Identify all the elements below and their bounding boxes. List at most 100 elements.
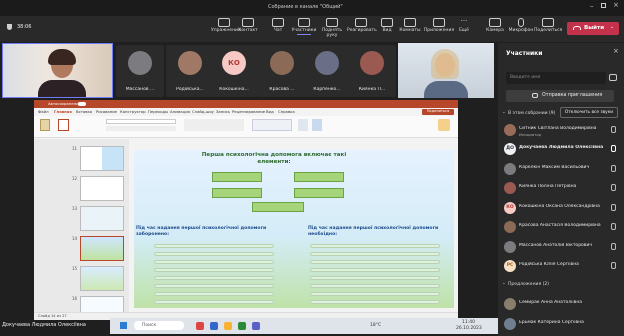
slide-thumbnail[interactable] xyxy=(80,146,124,171)
list-item xyxy=(154,268,274,272)
rooms-icon xyxy=(404,18,416,27)
slide-thumbnail-active[interactable] xyxy=(80,236,124,261)
windows-icon[interactable] xyxy=(120,322,127,329)
slide-canvas: Перша психологічна допомога включає такі… xyxy=(134,150,454,308)
participant-row[interactable]: Массанов Анатолій Вікторович xyxy=(502,238,622,256)
font-controls[interactable] xyxy=(106,119,176,124)
toolbar-participants[interactable]: Участники xyxy=(290,18,318,35)
participant-row[interactable]: Красова Анастасія Володимирівна xyxy=(502,218,622,236)
close-icon[interactable]: × xyxy=(613,1,619,9)
toolbar-label: Чат xyxy=(273,28,283,33)
paragraph-controls[interactable] xyxy=(184,119,244,131)
ribbon-tab[interactable]: Справка xyxy=(278,109,295,114)
ribbon-tab[interactable]: Вид xyxy=(266,109,274,114)
leave-button[interactable]: Выйти ⌄ xyxy=(567,22,619,35)
toolbar-view[interactable]: Вид xyxy=(376,18,398,33)
slide-thumbnail[interactable] xyxy=(80,176,124,201)
invite-button[interactable]: Отправка приглашения xyxy=(506,90,614,102)
toolbar-label: Поделиться xyxy=(534,28,563,33)
app-icon[interactable] xyxy=(252,322,260,330)
app-icon[interactable] xyxy=(224,322,232,330)
toolbar-rooms[interactable]: Комнаты xyxy=(397,18,423,33)
ribbon-tab[interactable]: Вставка xyxy=(76,109,92,114)
tile-name: Красова ... xyxy=(269,87,295,92)
toolbar-exercises[interactable]: Упражнения xyxy=(211,18,241,33)
ribbon-tab[interactable]: Слайд-шоу xyxy=(192,109,214,114)
toolbar-camera[interactable]: Камера xyxy=(482,18,508,33)
app-icon[interactable] xyxy=(238,322,246,330)
video-tile[interactable]: Массанов ... xyxy=(116,45,164,97)
arrange-icon[interactable] xyxy=(298,119,308,131)
element-box xyxy=(252,202,304,212)
avatar xyxy=(360,51,384,75)
share-button[interactable]: Поделиться xyxy=(422,109,454,115)
suggested-row[interactable]: Ерьмак Катерина Сергіївна xyxy=(502,315,622,333)
ribbon-tab[interactable]: Главная xyxy=(54,109,72,114)
participant-name: Кокошкіна Оксана Олександрівна xyxy=(519,204,600,209)
tile-name: Кокошкіна... xyxy=(219,87,249,92)
list-item xyxy=(310,244,440,248)
participant-row[interactable]: КО Кокошкіна Оксана Олександрівна xyxy=(502,199,622,217)
paste-icon[interactable] xyxy=(40,119,50,131)
video-tile[interactable]: Красова ... xyxy=(258,45,306,97)
toolbar-react[interactable]: Реагировать xyxy=(347,18,377,33)
toolbar-contact[interactable]: Контакт xyxy=(235,18,261,33)
windows-taskbar: Поиск 18°C 11:40 26.10.2023 xyxy=(110,318,498,334)
participant-row[interactable]: Ситник Світлана Володимирівна Инициатор xyxy=(502,121,622,139)
window-title: Собрание в канале "Общий" xyxy=(268,4,343,10)
participant-name: Семирак Анна Анатоліївна xyxy=(519,300,583,305)
search-input[interactable]: Введите имя xyxy=(506,72,606,84)
add-people-icon[interactable] xyxy=(609,74,617,81)
smile-icon xyxy=(355,18,367,27)
toolbar-raise-hand[interactable]: Поднять руку xyxy=(318,18,346,38)
participant-row[interactable]: ДО Докучаева Людмила Олексіївна xyxy=(502,140,622,158)
toolbar-apps[interactable]: Приложения xyxy=(423,18,455,33)
new-slide-icon[interactable] xyxy=(58,119,69,131)
panel-close-icon[interactable]: × xyxy=(613,47,619,55)
toolbar-more[interactable]: ··· Ещё xyxy=(454,18,474,34)
taskbar-search[interactable]: Поиск xyxy=(134,321,184,330)
ribbon-tab[interactable]: Конструктор xyxy=(120,109,146,114)
avatar: РС xyxy=(504,260,516,272)
ribbon-tab[interactable]: Рисование xyxy=(96,109,117,114)
suggested-row[interactable]: Семирак Анна Анатоліївна xyxy=(502,295,622,313)
participant-row[interactable]: РС Родійська Юлія Сергіївна xyxy=(502,257,622,275)
microphone-icon xyxy=(611,145,616,152)
slide-thumbnail[interactable] xyxy=(80,266,124,291)
ribbon-tab[interactable]: Файл xyxy=(38,109,49,114)
video-tile[interactable]: Киянка П... xyxy=(348,45,396,97)
avatar xyxy=(504,298,516,310)
toolbar-microphone[interactable]: Микрофон xyxy=(507,18,535,33)
title-bar: Собрание в канале "Общий" – × xyxy=(0,0,624,16)
element-box xyxy=(212,172,262,182)
video-tile[interactable]: Карпенко... xyxy=(303,45,351,97)
shapes-gallery[interactable] xyxy=(252,119,292,131)
app-icon[interactable] xyxy=(210,322,218,330)
video-tile[interactable]: Родійська... xyxy=(166,45,214,97)
slide-thumbnail[interactable] xyxy=(80,206,124,231)
ribbon-tab[interactable]: Анимация xyxy=(170,109,190,114)
ribbon-tab[interactable]: Рецензирование xyxy=(232,109,265,114)
mute-all-button[interactable]: Отключить все звуки xyxy=(560,107,618,118)
chevron-down-icon[interactable]: ⌄ xyxy=(610,24,614,30)
ribbon-tab[interactable]: Запись xyxy=(216,109,230,114)
chevron-down-icon[interactable]: ⌄ xyxy=(502,110,506,115)
chevron-down-icon[interactable]: ⌄ xyxy=(502,281,506,286)
participant-row[interactable]: Киянка Поліна Петрівна xyxy=(502,179,622,197)
toolbar-chat[interactable]: Чат xyxy=(265,18,291,33)
maximize-icon[interactable] xyxy=(601,3,606,8)
link-icon xyxy=(532,93,538,98)
list-item xyxy=(154,260,274,264)
participant-row[interactable]: Карелкін Максим Васильович xyxy=(502,160,622,178)
video-tile[interactable]: КО Кокошкіна... xyxy=(210,45,258,97)
avatar xyxy=(504,318,516,330)
toolbar-share[interactable]: Поделиться xyxy=(534,18,562,33)
designer-icon[interactable] xyxy=(438,119,450,131)
app-icon[interactable] xyxy=(196,322,204,330)
minimize-icon[interactable]: – xyxy=(590,2,594,10)
autosave-toggle[interactable] xyxy=(78,102,86,106)
quick-styles-icon[interactable] xyxy=(312,119,322,131)
ribbon-tab[interactable]: Переходы xyxy=(148,109,168,114)
font-format-row[interactable] xyxy=(106,126,176,131)
participant-name: Карелкін Максим Васильович xyxy=(519,165,590,170)
